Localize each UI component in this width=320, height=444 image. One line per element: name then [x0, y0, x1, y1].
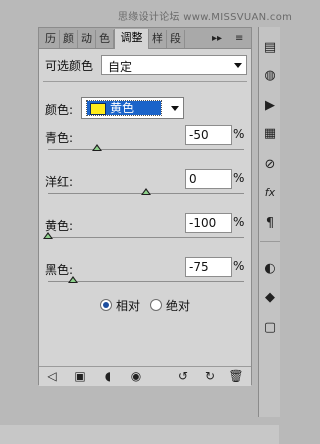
tab-actions[interactable]: 动 [78, 30, 96, 48]
cyan-slider-track[interactable] [48, 149, 244, 150]
preset-select[interactable]: 自定 [101, 55, 247, 75]
palette-icon[interactable]: ◍ [261, 67, 279, 85]
panel-tab-bar: 历 颜 动 色 调整 样 段 ▸▸ ≡ [39, 28, 251, 49]
mask-icon[interactable]: ◖ [100, 368, 116, 384]
fx-icon[interactable]: fx [261, 184, 279, 202]
back-arrow-icon[interactable]: ◁ [44, 368, 60, 384]
preset-value: 自定 [108, 60, 133, 74]
trash-icon[interactable]: 🗑 [228, 368, 244, 384]
tab-swatches[interactable]: 色 [96, 30, 114, 48]
paragraph-icon[interactable]: ¶ [261, 215, 279, 233]
tab-adjustments[interactable]: 调整 [114, 29, 149, 49]
black-slider-thumb[interactable] [67, 276, 78, 283]
absolute-radio[interactable] [150, 299, 162, 311]
cyan-value-input[interactable]: -50 [185, 125, 232, 145]
layer-clip-icon[interactable]: ▣ [72, 368, 88, 384]
cyan-slider-thumb[interactable] [92, 144, 102, 151]
color-select[interactable]: 黄色 [81, 97, 184, 119]
magenta-slider-thumb[interactable] [141, 188, 151, 195]
color-selected-highlight: 黄色 [86, 100, 162, 116]
absolute-label: 绝对 [166, 299, 191, 313]
magenta-percent-label: % [233, 171, 245, 185]
tab-color[interactable]: 颜 [60, 30, 78, 48]
visibility-eye-icon[interactable]: ◉ [128, 368, 144, 384]
yellow-slider-thumb[interactable] [43, 232, 53, 239]
watermark: 思缘设计论坛 www.MISSVUAN.com [118, 12, 293, 23]
divider [43, 81, 247, 82]
black-value-input[interactable]: -75 [185, 257, 232, 277]
tab-history[interactable]: 历 [42, 30, 60, 48]
previous-state-icon[interactable]: ↺ [175, 368, 191, 384]
reset-icon[interactable]: ↻ [202, 368, 218, 384]
play-icon[interactable]: ▶ [261, 97, 279, 115]
color-label: 颜色: [45, 103, 74, 117]
black-percent-label: % [233, 259, 245, 273]
right-dock: ▤ ◍ ▶ ▦ ⊘ fx ¶ ◐ ◆ ▢ [258, 27, 280, 417]
yellow-slider-track[interactable] [48, 237, 244, 238]
layers-icon[interactable]: ▤ [261, 39, 279, 57]
grid-icon[interactable]: ▦ [261, 125, 279, 143]
adjustments-panel: 历 颜 动 色 调整 样 段 ▸▸ ≡ 可选颜色 自定 颜色: 黄色 青色: -5… [38, 27, 252, 386]
workspace-background [0, 425, 279, 444]
chevron-down-icon [171, 106, 179, 111]
dock-separator [260, 241, 280, 242]
tab-paragraph[interactable]: 段 [167, 30, 185, 48]
relative-label: 相对 [116, 299, 141, 313]
chevron-down-icon [234, 63, 242, 68]
color-value: 黄色 [110, 101, 135, 115]
panel-title: 可选颜色 [45, 59, 94, 73]
yellow-value-input[interactable]: -100 [185, 213, 232, 233]
square-icon[interactable]: ▢ [261, 319, 279, 337]
brush-icon[interactable]: ⊘ [261, 156, 279, 174]
magenta-value-input[interactable]: 0 [185, 169, 232, 189]
relative-radio[interactable] [100, 299, 112, 311]
yellow-swatch-icon [90, 103, 106, 115]
stack-icon[interactable]: ◆ [261, 289, 279, 307]
tab-styles[interactable]: 样 [149, 30, 167, 48]
yellow-percent-label: % [233, 215, 245, 229]
magenta-label: 洋红: [45, 175, 74, 189]
cyan-percent-label: % [233, 127, 245, 141]
panel-menu-icon[interactable]: ≡ [235, 30, 243, 48]
sphere-icon[interactable]: ◐ [261, 260, 279, 278]
more-tabs-icon[interactable]: ▸▸ [212, 30, 222, 48]
cyan-label: 青色: [45, 131, 74, 145]
panel-footer: ◁ ▣ ◖ ◉ ↺ ↻ 🗑 [39, 366, 251, 386]
